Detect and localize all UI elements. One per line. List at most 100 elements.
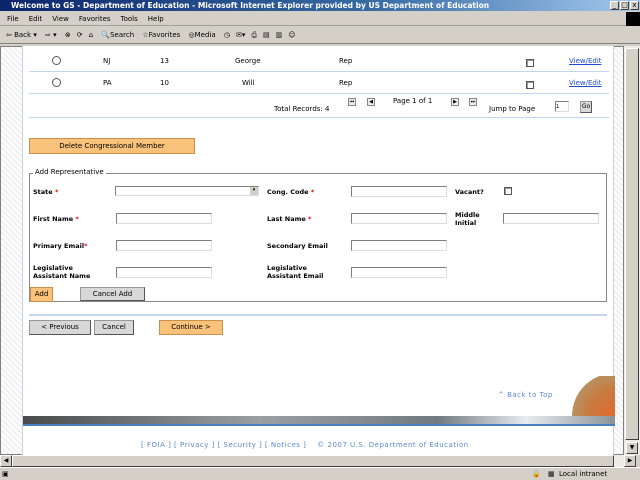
cell-code: 10	[160, 79, 169, 87]
primary-email-input[interactable]	[116, 240, 212, 251]
cell-state: PA	[103, 79, 112, 87]
row-checkbox[interactable]	[526, 59, 534, 67]
middle-initial-input[interactable]	[503, 213, 599, 224]
history-icon[interactable]: ◷	[224, 31, 230, 39]
back-to-top-link[interactable]: ^ Back to Top	[498, 391, 553, 399]
hscroll-thumb[interactable]	[12, 455, 614, 467]
label-text: State	[33, 188, 53, 196]
mail-icon[interactable]: ✉▾	[236, 31, 245, 39]
footer-links: [ FOIA ] [ Privacy ] [ Security ] [ Noti…	[141, 441, 469, 449]
menu-bar: File Edit View Favorites Tools Help	[0, 12, 640, 26]
cell-code: 13	[160, 57, 169, 65]
cell-party: Rep	[339, 57, 353, 65]
previous-button[interactable]: < Previous	[29, 320, 91, 335]
vertical-scrollbar[interactable]: ▼	[624, 46, 640, 455]
label-text: Primary Email	[33, 242, 85, 250]
cong-code-input[interactable]	[351, 186, 447, 197]
row-checkbox[interactable]	[526, 81, 534, 89]
vacant-checkbox[interactable]	[504, 187, 512, 195]
label-text: Last Name	[267, 215, 306, 223]
delete-member-button[interactable]: Delete Congressional Member	[29, 138, 195, 154]
view-edit-link[interactable]: View/Edit	[569, 79, 602, 87]
row-radio[interactable]	[52, 56, 61, 65]
continue-button[interactable]: Continue >	[159, 320, 223, 335]
total-records: Total Records: 4	[274, 105, 330, 113]
secondary-email-input[interactable]	[351, 240, 447, 251]
state-select[interactable]: ▾	[115, 186, 259, 196]
footer-banner	[23, 416, 615, 426]
menu-file[interactable]: File	[7, 15, 19, 23]
last-name-label: Last Name *	[267, 215, 311, 223]
foia-link[interactable]: FOIA	[147, 441, 165, 449]
row-radio[interactable]	[52, 78, 61, 87]
last-page-icon[interactable]: ⏭	[469, 98, 477, 106]
table-row: NJ 13 George Rep View/Edit	[29, 50, 609, 72]
cell-state: NJ	[103, 57, 111, 65]
minimize-button[interactable]: _	[610, 1, 619, 10]
required-marker: *	[54, 188, 59, 196]
lock-icon: 🔒	[532, 470, 541, 478]
la-name-input[interactable]	[116, 267, 212, 278]
stop-icon[interactable]: ⊗	[65, 31, 71, 39]
search-button[interactable]: 🔍Search	[101, 31, 134, 39]
la-name-label: Legislative Assistant Name	[33, 264, 91, 280]
scroll-right-button[interactable]: ▶	[624, 455, 636, 467]
page-content: NJ 13 George Rep View/Edit PA 10 Will Re…	[22, 46, 615, 455]
privacy-link[interactable]: Privacy	[180, 441, 209, 449]
last-name-input[interactable]	[351, 213, 447, 224]
menu-favorites[interactable]: Favorites	[79, 15, 111, 23]
vacant-label: Vacant?	[455, 188, 484, 196]
jump-label: Jump to Page	[489, 105, 536, 113]
scroll-down-button[interactable]: ▼	[626, 442, 638, 454]
label-text: First Name	[33, 215, 74, 223]
print-icon[interactable]: ⎙	[251, 31, 257, 39]
jump-page-input[interactable]	[555, 101, 569, 112]
home-icon[interactable]: ⌂	[89, 31, 93, 39]
horizontal-scrollbar[interactable]: ◀ ▶	[0, 455, 636, 467]
cong-code-label: Cong. Code *	[267, 188, 314, 196]
maximize-button[interactable]: □	[620, 1, 629, 10]
status-bar: ▣ 🔒 ▦ Local intranet	[0, 467, 640, 480]
messenger-icon[interactable]: ☺	[288, 31, 295, 39]
edit-icon[interactable]: ▤	[263, 31, 270, 39]
first-name-input[interactable]	[116, 213, 212, 224]
secondary-email-label: Secondary Email	[267, 242, 328, 250]
page-icon: ▣	[2, 470, 9, 478]
cancel-button[interactable]: Cancel	[94, 320, 134, 335]
la-email-input[interactable]	[351, 267, 447, 278]
first-name-label: First Name *	[33, 215, 79, 223]
page-info: Page 1 of 1	[393, 97, 433, 105]
cell-name: Will	[242, 79, 255, 87]
refresh-icon[interactable]: ⟳	[77, 31, 83, 39]
menu-edit[interactable]: Edit	[29, 15, 43, 23]
scroll-thumb[interactable]	[625, 48, 639, 440]
fieldset-legend: Add Representative	[33, 168, 106, 176]
intranet-icon: ▦	[548, 470, 555, 478]
back-button[interactable]: ⇦ Back ▾	[6, 31, 37, 39]
discuss-icon[interactable]: ▥	[276, 31, 283, 39]
close-button[interactable]: x	[630, 1, 639, 10]
prev-page-icon[interactable]: ◀	[367, 98, 375, 106]
required-marker: *	[310, 188, 315, 196]
scroll-left-button[interactable]: ◀	[0, 455, 12, 467]
window-title: Welcome to GS - Department of Education …	[0, 0, 640, 11]
menu-help[interactable]: Help	[148, 15, 164, 23]
table-row: PA 10 Will Rep View/Edit	[29, 72, 609, 94]
cancel-add-button[interactable]: Cancel Add	[80, 287, 145, 301]
notices-link[interactable]: Notices	[271, 441, 301, 449]
cell-name: George	[235, 57, 261, 65]
divider	[29, 314, 607, 316]
view-edit-link[interactable]: View/Edit	[569, 57, 602, 65]
next-page-icon[interactable]: ▶	[451, 98, 459, 106]
add-button[interactable]: Add	[30, 287, 53, 302]
favorites-button[interactable]: ☆Favorites	[142, 31, 180, 39]
menu-tools[interactable]: Tools	[121, 15, 138, 23]
security-link[interactable]: Security	[224, 441, 257, 449]
la-email-label: Legislative Assistant Email	[267, 264, 324, 280]
go-button[interactable]: Go	[580, 101, 592, 113]
forward-button[interactable]: ⇨ ▾	[45, 31, 57, 39]
cell-party: Rep	[339, 79, 353, 87]
media-button[interactable]: ◎Media	[189, 31, 216, 39]
first-page-icon[interactable]: ⏮	[348, 98, 356, 106]
menu-view[interactable]: View	[52, 15, 69, 23]
